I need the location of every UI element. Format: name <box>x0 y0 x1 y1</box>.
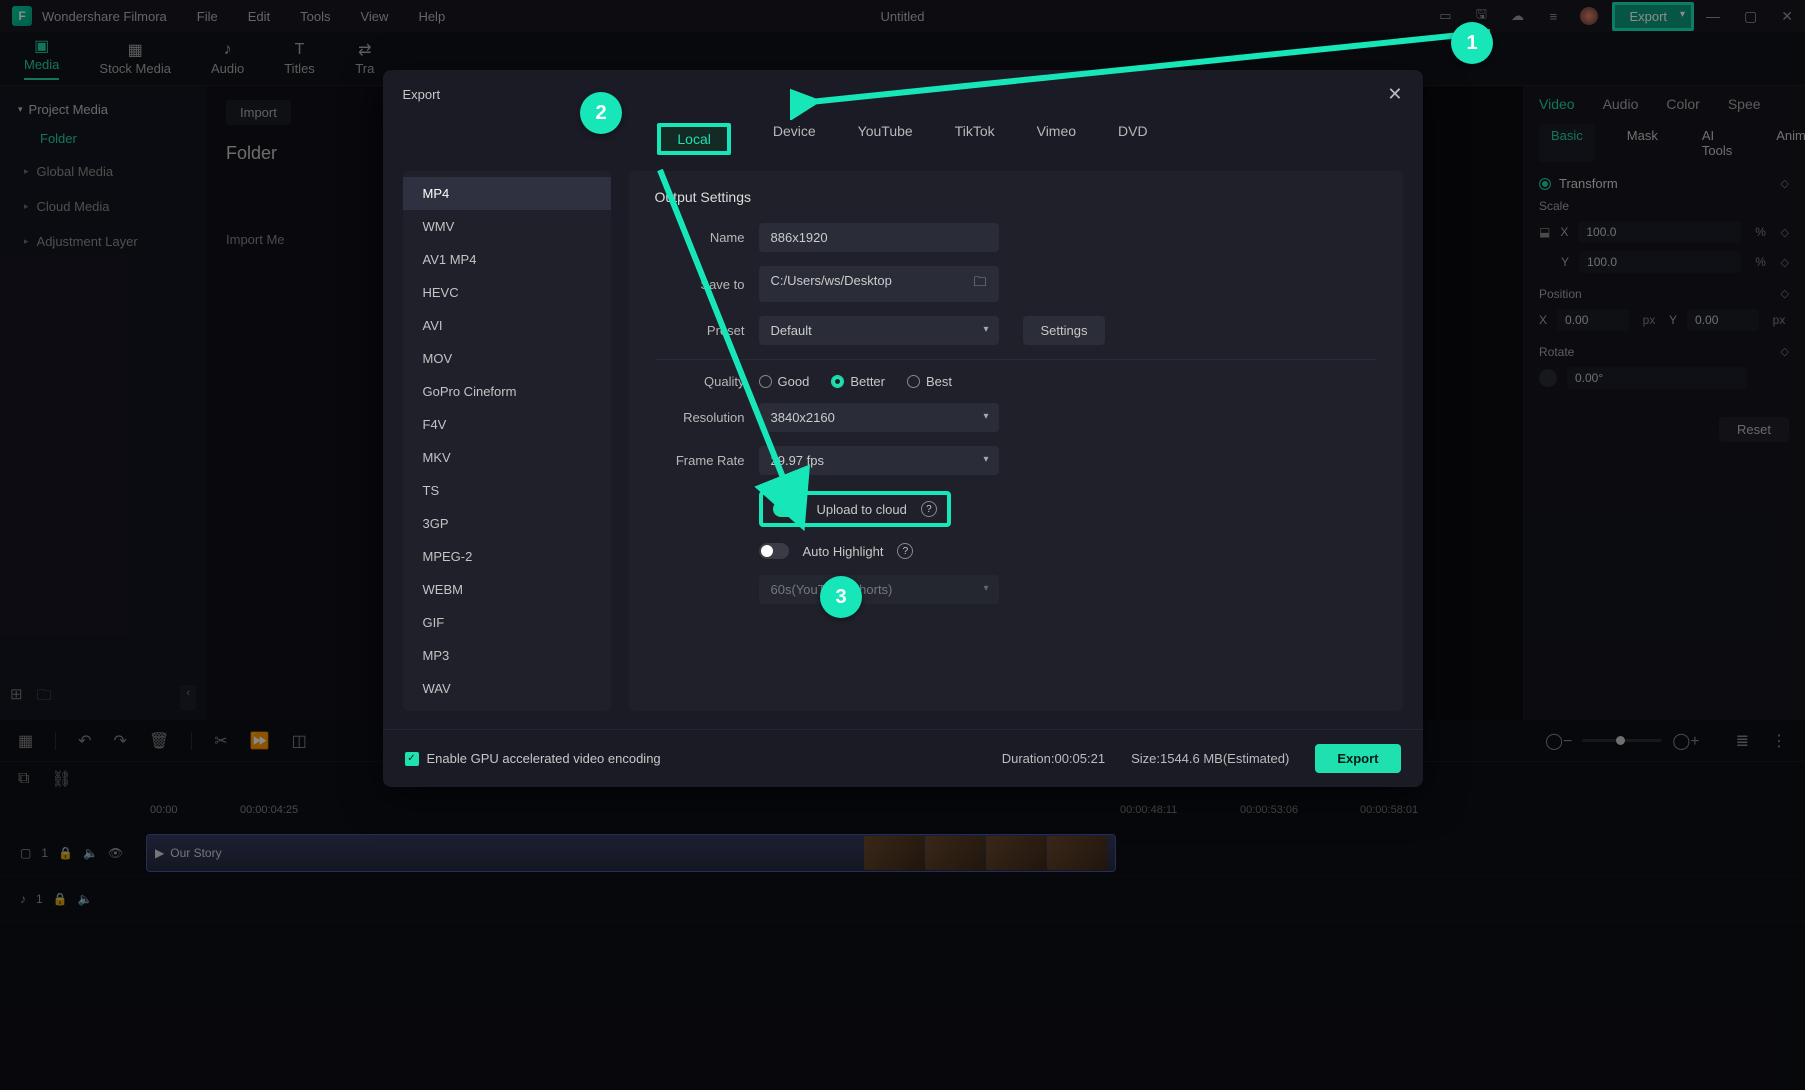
format-list: MP4 WMV AV1 MP4 HEVC AVI MOV GoPro Cinef… <box>403 171 611 711</box>
preset-select[interactable]: Default <box>759 316 999 345</box>
export-modal: Export ✕ Local Device YouTube TikTok Vim… <box>383 70 1423 787</box>
export-tab-local[interactable]: Local <box>657 123 730 155</box>
duration-meta: Duration:00:05:21 <box>1002 751 1105 766</box>
format-mp4[interactable]: MP4 <box>403 177 611 210</box>
close-modal-icon[interactable]: ✕ <box>1387 84 1402 105</box>
export-modal-overlay: Export ✕ Local Device YouTube TikTok Vim… <box>0 0 1805 1090</box>
format-av1mp4[interactable]: AV1 MP4 <box>403 243 611 276</box>
format-gopro[interactable]: GoPro Cineform <box>403 375 611 408</box>
browse-folder-icon[interactable]: 🗀 <box>973 273 986 295</box>
format-mpeg2[interactable]: MPEG-2 <box>403 540 611 573</box>
gpu-checkbox[interactable]: ✓ <box>405 752 419 766</box>
output-settings-title: Output Settings <box>655 189 1377 205</box>
format-hevc[interactable]: HEVC <box>403 276 611 309</box>
modal-title: Export <box>403 87 441 102</box>
export-confirm-button[interactable]: Export <box>1315 744 1400 773</box>
resolution-select[interactable]: 3840x2160 <box>759 403 999 432</box>
export-tab-youtube[interactable]: YouTube <box>858 123 913 155</box>
annotation-3: 3 <box>820 576 862 618</box>
export-tab-tiktok[interactable]: TikTok <box>955 123 995 155</box>
format-mkv[interactable]: MKV <box>403 441 611 474</box>
shorts-select[interactable]: 60s(YouTube Shorts) <box>759 575 999 604</box>
upload-cloud-row: Upload to cloud ? <box>759 491 951 527</box>
quality-best-radio[interactable]: Best <box>907 374 952 389</box>
format-gif[interactable]: GIF <box>403 606 611 639</box>
upload-cloud-info-icon[interactable]: ? <box>921 501 937 517</box>
gpu-label: Enable GPU accelerated video encoding <box>427 751 661 766</box>
size-meta: Size:1544.6 MB(Estimated) <box>1131 751 1289 766</box>
format-ts[interactable]: TS <box>403 474 611 507</box>
export-tab-device[interactable]: Device <box>773 123 816 155</box>
output-settings-pane: Output Settings Name886x1920 Save toC:/U… <box>629 171 1403 711</box>
annotation-1: 1 <box>1451 22 1493 64</box>
export-tab-vimeo[interactable]: Vimeo <box>1037 123 1076 155</box>
format-wmv[interactable]: WMV <box>403 210 611 243</box>
format-avi[interactable]: AVI <box>403 309 611 342</box>
annotation-2: 2 <box>580 92 622 134</box>
quality-better-radio[interactable]: Better <box>831 374 885 389</box>
format-wav[interactable]: WAV <box>403 672 611 705</box>
export-tab-dvd[interactable]: DVD <box>1118 123 1148 155</box>
format-f4v[interactable]: F4V <box>403 408 611 441</box>
save-to-input[interactable]: C:/Users/ws/Desktop🗀 <box>759 266 999 302</box>
auto-highlight-toggle[interactable] <box>759 543 789 559</box>
settings-button[interactable]: Settings <box>1023 316 1106 345</box>
format-3gp[interactable]: 3GP <box>403 507 611 540</box>
quality-good-radio[interactable]: Good <box>759 374 810 389</box>
format-webm[interactable]: WEBM <box>403 573 611 606</box>
auto-highlight-info-icon[interactable]: ? <box>897 543 913 559</box>
format-mp3[interactable]: MP3 <box>403 639 611 672</box>
name-input[interactable]: 886x1920 <box>759 223 999 252</box>
format-mov[interactable]: MOV <box>403 342 611 375</box>
framerate-select[interactable]: 29.97 fps <box>759 446 999 475</box>
upload-cloud-toggle[interactable] <box>773 501 803 517</box>
